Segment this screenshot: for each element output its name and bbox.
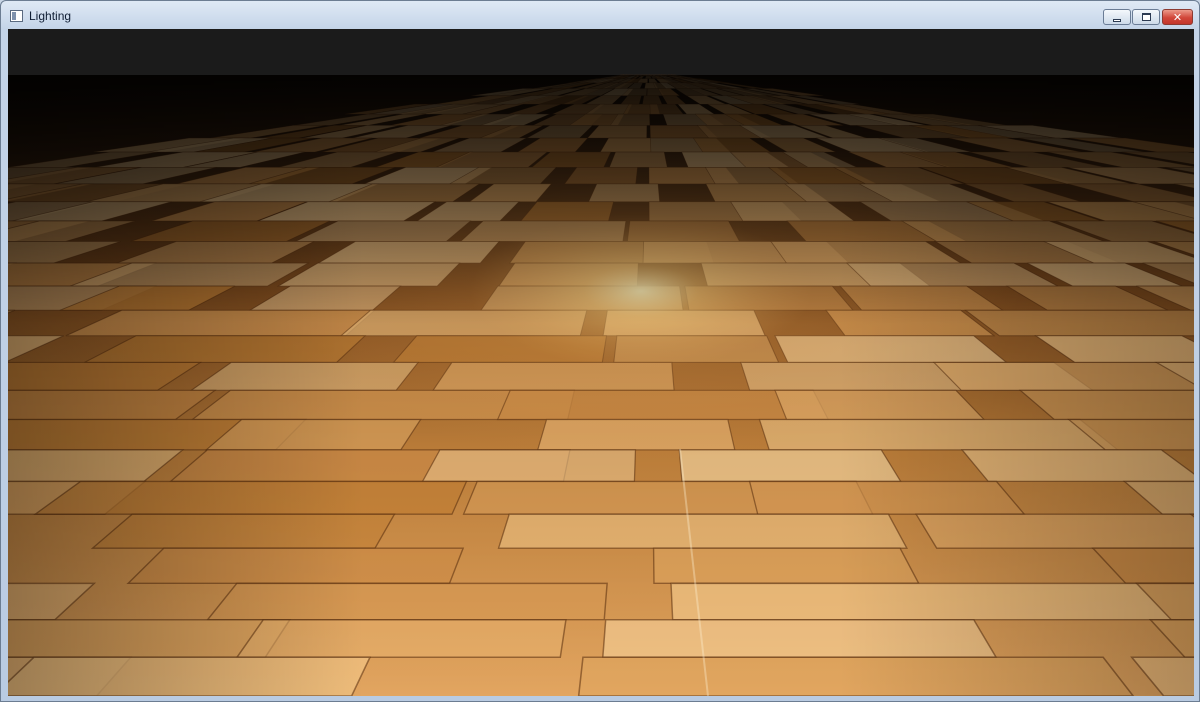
distance-fade <box>8 75 1194 696</box>
render-viewport[interactable] <box>8 29 1194 696</box>
sky-band <box>8 29 1194 75</box>
minimize-icon <box>1113 18 1121 22</box>
application-window: Lighting ✕ <box>0 0 1200 702</box>
minimize-button[interactable] <box>1103 9 1131 25</box>
window-title: Lighting <box>29 9 72 23</box>
wood-floor-render <box>8 29 1194 696</box>
maximize-icon <box>1141 13 1151 21</box>
close-icon: ✕ <box>1172 10 1183 24</box>
close-button[interactable]: ✕ <box>1162 9 1193 25</box>
maximize-button[interactable] <box>1132 9 1160 25</box>
app-window-icon[interactable] <box>10 10 23 22</box>
title-bar[interactable]: Lighting ✕ <box>1 1 1199 29</box>
